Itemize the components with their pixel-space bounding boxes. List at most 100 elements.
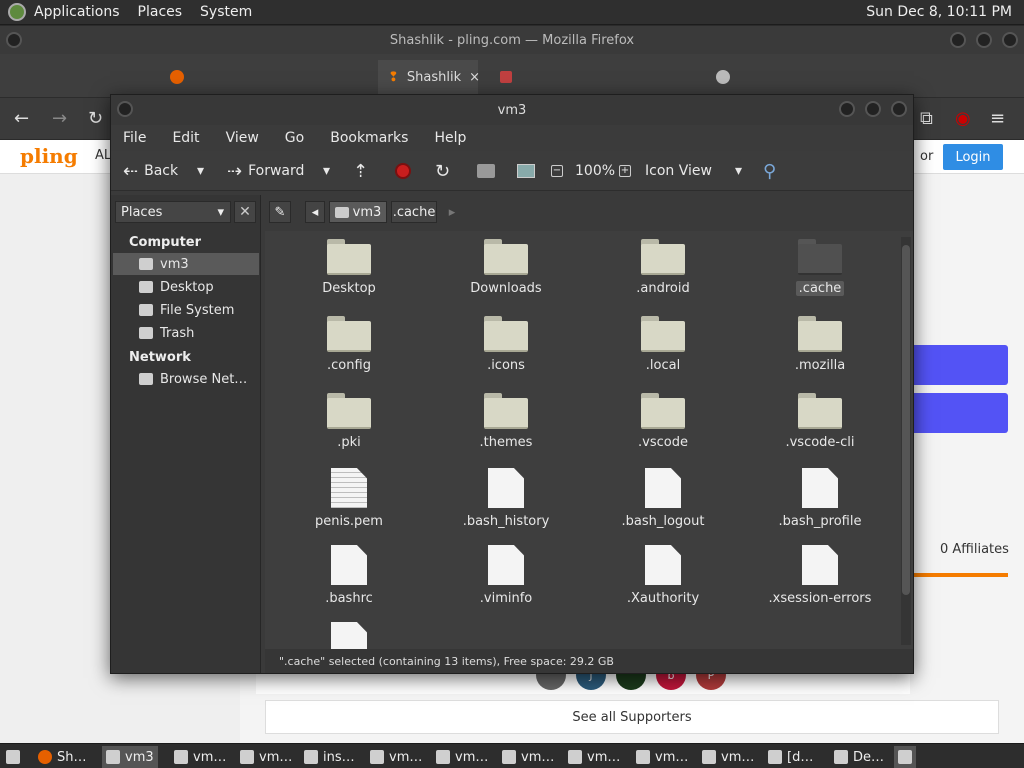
taskbar-task[interactable]: vm… — [170, 746, 230, 768]
menu-help[interactable]: Help — [434, 130, 466, 146]
tab-close-icon[interactable]: × — [469, 70, 480, 85]
fm-icon-view[interactable]: Desktop Downloads .android .cache .config .ic… — [265, 231, 913, 649]
file-item[interactable]: .Xauthority — [593, 543, 733, 615]
fm-scrollbar[interactable] — [901, 237, 911, 645]
sidebar-item-desktop[interactable]: Desktop — [113, 276, 259, 298]
pling-category[interactable]: AL — [95, 148, 111, 163]
taskbar-task[interactable]: vm3 — [102, 746, 158, 768]
taskbar-task[interactable]: vm… — [498, 746, 558, 768]
workspace-switcher[interactable] — [894, 746, 916, 768]
zoom-level[interactable]: 100% — [575, 151, 615, 191]
fm-close-button[interactable] — [891, 101, 907, 117]
firefox-close-button[interactable] — [1002, 32, 1018, 48]
file-item[interactable]: .bashrc — [279, 543, 419, 615]
file-item[interactable]: .bash_history — [436, 466, 576, 538]
file-item[interactable]: .mozilla — [750, 312, 890, 384]
taskbar-task[interactable]: vm… — [236, 746, 296, 768]
file-item[interactable]: .themes — [436, 389, 576, 461]
taskbar-task[interactable]: De… — [830, 746, 888, 768]
page-action-button[interactable] — [910, 393, 1008, 433]
fm-maximize-button[interactable] — [865, 101, 881, 117]
computer-button[interactable] — [517, 151, 535, 191]
fm-window-menu-icon[interactable] — [117, 101, 133, 117]
extensions-icon[interactable]: ⧉ — [920, 108, 933, 129]
home-button[interactable] — [477, 151, 495, 191]
file-item[interactable]: .vscode — [593, 389, 733, 461]
forward-button[interactable]: ⇢ Forward — [227, 151, 304, 191]
firefox-tab[interactable] — [160, 60, 230, 94]
file-item[interactable]: .android — [593, 235, 733, 307]
file-item[interactable]: .viminfo — [436, 543, 576, 615]
stop-button[interactable] — [395, 151, 411, 191]
fm-minimize-button[interactable] — [839, 101, 855, 117]
file-item[interactable]: penis.pem — [279, 466, 419, 538]
menu-view[interactable]: View — [226, 130, 259, 146]
firefox-minimize-button[interactable] — [950, 32, 966, 48]
view-mode-dropdown[interactable]: ▾ — [735, 151, 742, 191]
menu-go[interactable]: Go — [285, 130, 304, 146]
file-item[interactable]: .vscode-cli — [750, 389, 890, 461]
file-item[interactable]: .bash_profile — [750, 466, 890, 538]
back-history-dropdown[interactable]: ▾ — [197, 151, 204, 191]
file-item[interactable]: .bash_logout — [593, 466, 733, 538]
taskbar-task[interactable]: vm… — [366, 746, 426, 768]
taskbar-task[interactable]: vm… — [632, 746, 692, 768]
back-button[interactable]: ⇠ Back — [123, 151, 178, 191]
up-button[interactable]: ⇡ — [353, 151, 368, 191]
firefox-tab[interactable] — [490, 60, 530, 94]
sidebar-item-file-system[interactable]: File System — [113, 299, 259, 321]
forward-history-dropdown[interactable]: ▾ — [323, 151, 330, 191]
reload-icon[interactable]: ↻ — [88, 108, 103, 129]
path-scroll-left-button[interactable]: ◂ — [305, 201, 325, 223]
forward-arrow-icon[interactable]: → — [52, 108, 67, 129]
firefox-maximize-button[interactable] — [976, 32, 992, 48]
applications-icon[interactable] — [8, 3, 26, 21]
file-item[interactable]: .icons — [436, 312, 576, 384]
file-item[interactable]: Desktop — [279, 235, 419, 307]
places-combo[interactable]: Places ▾ — [115, 201, 231, 223]
back-arrow-icon[interactable]: ← — [14, 108, 29, 129]
login-button[interactable]: Login — [943, 144, 1003, 170]
taskbar-task[interactable]: vm… — [564, 746, 624, 768]
show-desktop-button[interactable] — [2, 746, 24, 768]
file-item[interactable] — [279, 620, 419, 649]
ublock-icon[interactable]: ◉ — [955, 108, 971, 129]
taskbar-task[interactable]: vm… — [698, 746, 758, 768]
path-scroll-right-button[interactable]: ▸ — [443, 201, 461, 223]
zoom-out-button[interactable]: − — [551, 151, 563, 191]
file-item[interactable]: .config — [279, 312, 419, 384]
taskbar-task[interactable]: Sh… — [34, 746, 91, 768]
file-item[interactable]: .xsession-errors — [750, 543, 890, 615]
path-button-vm3[interactable]: vm3 — [329, 201, 387, 223]
menu-bookmarks[interactable]: Bookmarks — [330, 130, 408, 146]
file-item[interactable]: .cache — [750, 235, 890, 307]
reload-button[interactable]: ↻ — [435, 151, 450, 191]
sidebar-item-trash[interactable]: Trash — [113, 322, 259, 344]
sidebar-item-vm3[interactable]: vm3 — [113, 253, 259, 275]
menu-edit[interactable]: Edit — [172, 130, 199, 146]
taskbar-task[interactable]: [d… — [764, 746, 817, 768]
firefox-tab-active[interactable]: ❢ Shashlik × — [378, 60, 480, 94]
see-all-supporters-button[interactable]: See all Supporters — [265, 700, 999, 734]
file-item[interactable]: .local — [593, 312, 733, 384]
pling-logo[interactable]: pling — [20, 144, 78, 168]
taskbar-task[interactable]: vm… — [432, 746, 492, 768]
location-toggle-button[interactable]: ✎ — [269, 201, 291, 223]
hamburger-menu-icon[interactable]: ≡ — [990, 108, 1005, 129]
firefox-menu-icon[interactable] — [6, 32, 22, 48]
menu-applications[interactable]: Applications — [34, 4, 120, 20]
menu-places[interactable]: Places — [138, 4, 183, 20]
page-action-button[interactable] — [910, 345, 1008, 385]
sidebar-close-button[interactable]: ✕ — [234, 201, 256, 223]
menu-file[interactable]: File — [123, 130, 146, 146]
panel-clock[interactable]: Sun Dec 8, 10:11 PM — [866, 4, 1012, 20]
sidebar-item-browse-network[interactable]: Browse Net… — [113, 368, 259, 390]
taskbar-task[interactable]: ins… — [300, 746, 359, 768]
file-item[interactable]: .pki — [279, 389, 419, 461]
file-item[interactable]: Downloads — [436, 235, 576, 307]
menu-system[interactable]: System — [200, 4, 252, 20]
view-mode-select[interactable]: Icon View — [645, 151, 712, 191]
path-button-cache[interactable]: .cache — [391, 201, 437, 223]
firefox-tab[interactable] — [706, 60, 746, 94]
zoom-in-button[interactable]: + — [619, 151, 631, 191]
